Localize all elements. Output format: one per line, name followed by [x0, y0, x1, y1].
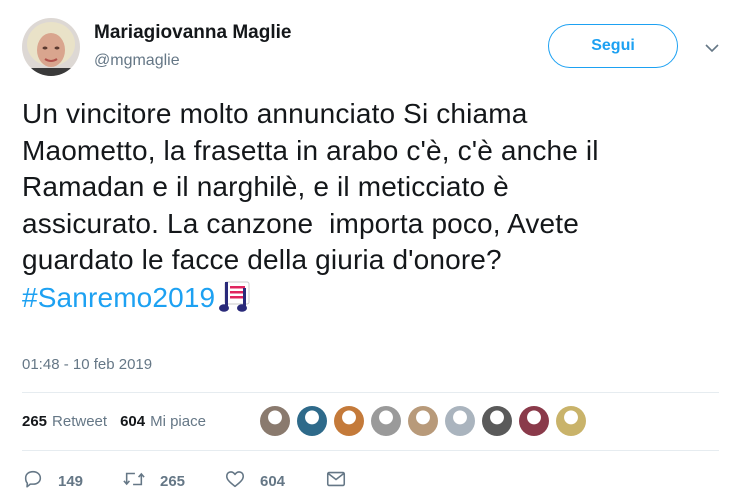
heart-icon — [224, 468, 246, 495]
liker-avatar[interactable] — [297, 406, 327, 436]
envelope-icon — [325, 468, 347, 495]
liker-avatar[interactable] — [371, 406, 401, 436]
tweet: Mariagiovanna Maglie @mgmaglie Segui Un … — [0, 0, 739, 504]
retweet-icon — [122, 468, 146, 495]
tweet-text-line: Maometto, la frasetta in arabo c'è, c'è … — [22, 134, 599, 166]
liker-avatar[interactable] — [445, 406, 475, 436]
tweet-text-line: guardato le facce della giuria d'onore? — [22, 244, 502, 275]
liker-avatar[interactable] — [482, 406, 512, 436]
like-label[interactable]: Mi piace — [150, 413, 206, 430]
engagement-stats: 265 Retweet 604 Mi piace — [22, 413, 206, 430]
liker-avatar[interactable] — [334, 406, 364, 436]
liker-avatar[interactable] — [408, 406, 438, 436]
likers-avatars — [260, 406, 593, 436]
tweet-text-line: Ramadan e il narghilè, e il meticciato è — [22, 171, 509, 202]
music-note-emoji-icon — [218, 279, 252, 323]
liker-avatar[interactable] — [260, 406, 290, 436]
liker-avatar[interactable] — [519, 406, 549, 436]
liker-avatar[interactable] — [556, 406, 586, 436]
avatar[interactable] — [22, 18, 80, 76]
tweet-text: Un vincitore molto annunciato Si chiama … — [22, 96, 722, 322]
tweet-text-line: #Sanremo2019 — [22, 279, 722, 323]
follow-button[interactable]: Segui — [548, 24, 678, 68]
tweet-text-line: Un vincitore molto annunciato Si chiama — [22, 98, 528, 129]
hashtag-link[interactable]: #Sanremo2019 — [22, 282, 215, 313]
retweet-label[interactable]: Retweet — [52, 413, 107, 430]
user-handle[interactable]: @mgmaglie — [94, 52, 180, 70]
chevron-down-icon[interactable] — [702, 38, 722, 58]
tweet-text-line: assicurato. La canzone importa poco, Ave… — [22, 207, 579, 239]
like-button[interactable]: 604 — [224, 468, 285, 495]
like-count-action: 604 — [260, 473, 286, 490]
reply-icon — [22, 468, 44, 495]
divider — [22, 450, 719, 451]
reply-button[interactable]: 149 — [22, 468, 83, 495]
like-count[interactable]: 604 — [120, 413, 145, 430]
reply-count: 149 — [58, 473, 84, 490]
retweet-button[interactable]: 265 — [122, 468, 185, 495]
user-name[interactable]: Mariagiovanna Maglie — [94, 22, 291, 44]
direct-message-button[interactable] — [325, 468, 347, 495]
retweet-count-action: 265 — [160, 473, 186, 490]
divider — [22, 392, 719, 393]
retweet-count[interactable]: 265 — [22, 413, 47, 430]
tweet-timestamp[interactable]: 01:48 - 10 feb 2019 — [22, 356, 152, 373]
